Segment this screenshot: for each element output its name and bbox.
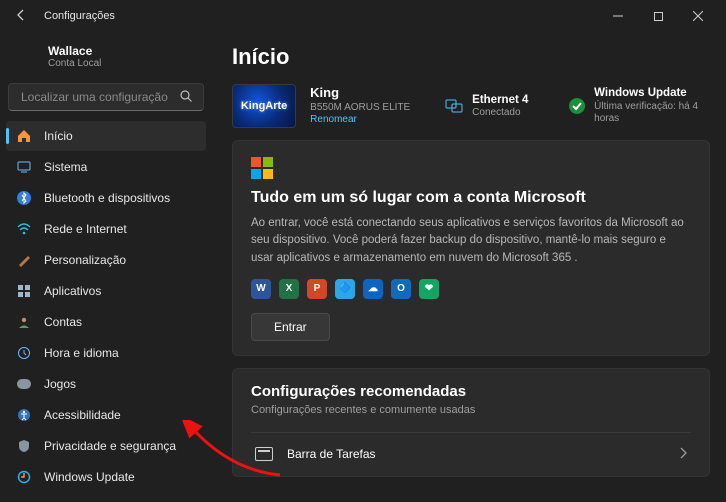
rec-item-label: Barra de Tarefas <box>287 447 376 461</box>
nav-rede[interactable]: Rede e Internet <box>6 214 206 244</box>
back-button[interactable] <box>14 8 30 25</box>
nav-personalizacao[interactable]: Personalização <box>6 245 206 275</box>
rec-item-taskbar[interactable]: Barra de Tarefas <box>251 432 691 476</box>
nav-acessibilidade[interactable]: Acessibilidade <box>6 400 206 430</box>
nav-bluetooth[interactable]: Bluetooth e dispositivos <box>6 183 206 213</box>
home-icon <box>16 128 32 144</box>
update-status-icon <box>568 96 586 116</box>
taskbar-icon <box>255 447 273 461</box>
nav-label: Hora e idioma <box>44 346 119 360</box>
update-icon <box>16 469 32 485</box>
rec-heading: Configurações recomendadas <box>251 383 691 400</box>
nav-list: Início Sistema Bluetooth e dispositivos … <box>6 121 206 492</box>
bluetooth-icon <box>16 190 32 206</box>
nav-label: Rede e Internet <box>44 222 127 236</box>
nav-label: Acessibilidade <box>44 408 121 422</box>
device-block[interactable]: King B550M AORUS ELITE Renomear <box>310 85 430 126</box>
nav-update[interactable]: Windows Update <box>6 462 206 492</box>
ms-card-heading: Tudo em um só lugar com a conta Microsof… <box>251 189 691 207</box>
microsoft-logo-icon <box>251 157 273 179</box>
ethernet-icon <box>444 96 464 116</box>
ms-card-desc: Ao entrar, você está conectando seus apl… <box>251 215 691 267</box>
titlebar: Configurações <box>0 0 726 32</box>
device-rename-link[interactable]: Renomear <box>310 114 410 127</box>
accounts-icon <box>16 314 32 330</box>
search-box[interactable] <box>8 83 204 111</box>
nav-aplicativos[interactable]: Aplicativos <box>6 276 206 306</box>
minimize-button[interactable] <box>598 2 638 30</box>
nav-inicio[interactable]: Início <box>6 121 206 151</box>
office-app-icon: X <box>279 279 299 299</box>
signin-button[interactable]: Entrar <box>251 313 330 341</box>
office-app-icon: W <box>251 279 271 299</box>
nav-label: Personalização <box>44 253 126 267</box>
privacy-icon <box>16 438 32 454</box>
content: Início KingArte King B550M AORUS ELITE R… <box>212 32 726 502</box>
brush-icon <box>16 252 32 268</box>
nav-jogos[interactable]: Jogos <box>6 369 206 399</box>
nav-privacidade[interactable]: Privacidade e segurança <box>6 431 206 461</box>
nav-label: Sistema <box>44 160 87 174</box>
window-title: Configurações <box>44 10 115 22</box>
time-icon <box>16 345 32 361</box>
nav-label: Aplicativos <box>44 284 101 298</box>
nav-label: Privacidade e segurança <box>44 439 176 453</box>
office-apps-row: WXP 🔷 ☁ O ❤ <box>251 279 691 299</box>
nav-hora[interactable]: Hora e idioma <box>6 338 206 368</box>
system-icon <box>16 159 32 175</box>
update-block[interactable]: Windows Update Última verificação: há 4 … <box>568 86 710 125</box>
device-thumbnail[interactable]: KingArte <box>232 84 296 128</box>
apps-icon <box>16 283 32 299</box>
top-row: KingArte King B550M AORUS ELITE Renomear… <box>232 84 710 140</box>
update-status: Última verificação: há 4 horas <box>594 101 710 126</box>
games-icon <box>16 376 32 392</box>
accessibility-icon <box>16 407 32 423</box>
user-block[interactable]: Wallace Conta Local <box>6 40 206 79</box>
update-title: Windows Update <box>594 86 710 100</box>
nav-label: Bluetooth e dispositivos <box>44 191 170 205</box>
office-app-icon: 🔷 <box>335 279 355 299</box>
nav-label: Jogos <box>44 377 76 391</box>
recommended-card: Configurações recomendadas Configurações… <box>232 368 710 477</box>
maximize-button[interactable] <box>638 2 678 30</box>
nav-sistema[interactable]: Sistema <box>6 152 206 182</box>
thumb-text: KingArte <box>241 100 287 112</box>
window-controls <box>598 2 718 30</box>
page-heading: Início <box>232 44 710 70</box>
office-app-icon: P <box>307 279 327 299</box>
sidebar: Wallace Conta Local Início Sistema Bluet… <box>0 32 212 502</box>
office-app-icon: ☁ <box>363 279 383 299</box>
office-app-icon: ❤ <box>419 279 439 299</box>
network-block[interactable]: Ethernet 4 Conectado <box>444 93 554 120</box>
search-icon <box>179 89 193 106</box>
nav-label: Início <box>44 129 73 143</box>
nav-label: Contas <box>44 315 82 329</box>
user-account-type: Conta Local <box>48 58 200 69</box>
net-title: Ethernet 4 <box>472 93 528 107</box>
ms-account-card: Tudo em um só lugar com a conta Microsof… <box>232 140 710 356</box>
wifi-icon <box>16 221 32 237</box>
chevron-right-icon <box>679 447 687 462</box>
search-input[interactable] <box>19 89 179 105</box>
rec-sub: Configurações recentes e comumente usada… <box>251 404 691 416</box>
office-app-icon: O <box>391 279 411 299</box>
net-status: Conectado <box>472 107 528 120</box>
close-button[interactable] <box>678 2 718 30</box>
user-name: Wallace <box>48 44 200 58</box>
device-name: King <box>310 85 410 101</box>
nav-label: Windows Update <box>44 470 135 484</box>
device-model: B550M AORUS ELITE <box>310 102 410 115</box>
nav-contas[interactable]: Contas <box>6 307 206 337</box>
